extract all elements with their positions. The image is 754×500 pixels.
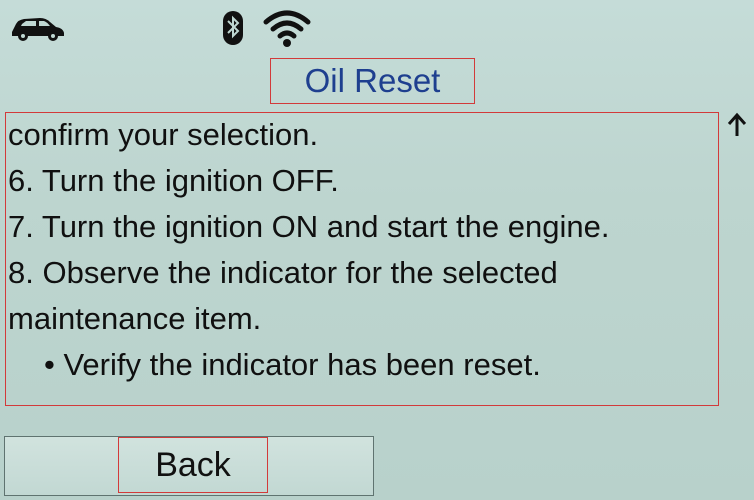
wifi-icon: [263, 10, 311, 47]
car-icon: [12, 18, 64, 41]
instruction-line: maintenance item.: [8, 301, 262, 336]
instruction-text-area[interactable]: confirm your selection. 6. Turn the igni…: [5, 112, 719, 406]
status-bar: [0, 0, 754, 52]
instruction-line: 6. Turn the ignition OFF.: [8, 163, 339, 198]
page-title-box: Oil Reset: [270, 58, 475, 104]
scroll-up-arrow-icon[interactable]: [726, 112, 748, 140]
back-label-box[interactable]: Back: [118, 437, 268, 493]
bluetooth-icon: [223, 11, 243, 45]
instruction-line: 8. Observe the indicator for the selecte…: [8, 255, 558, 290]
instruction-line: 7. Turn the ignition ON and start the en…: [8, 209, 610, 244]
back-button-label: Back: [155, 445, 231, 484]
screen: Oil Reset confirm your selection. 6. Tur…: [0, 0, 754, 500]
page-title: Oil Reset: [304, 62, 441, 99]
instruction-line: confirm your selection.: [8, 117, 319, 152]
instruction-bullet: • Verify the indicator has been reset.: [44, 347, 541, 382]
